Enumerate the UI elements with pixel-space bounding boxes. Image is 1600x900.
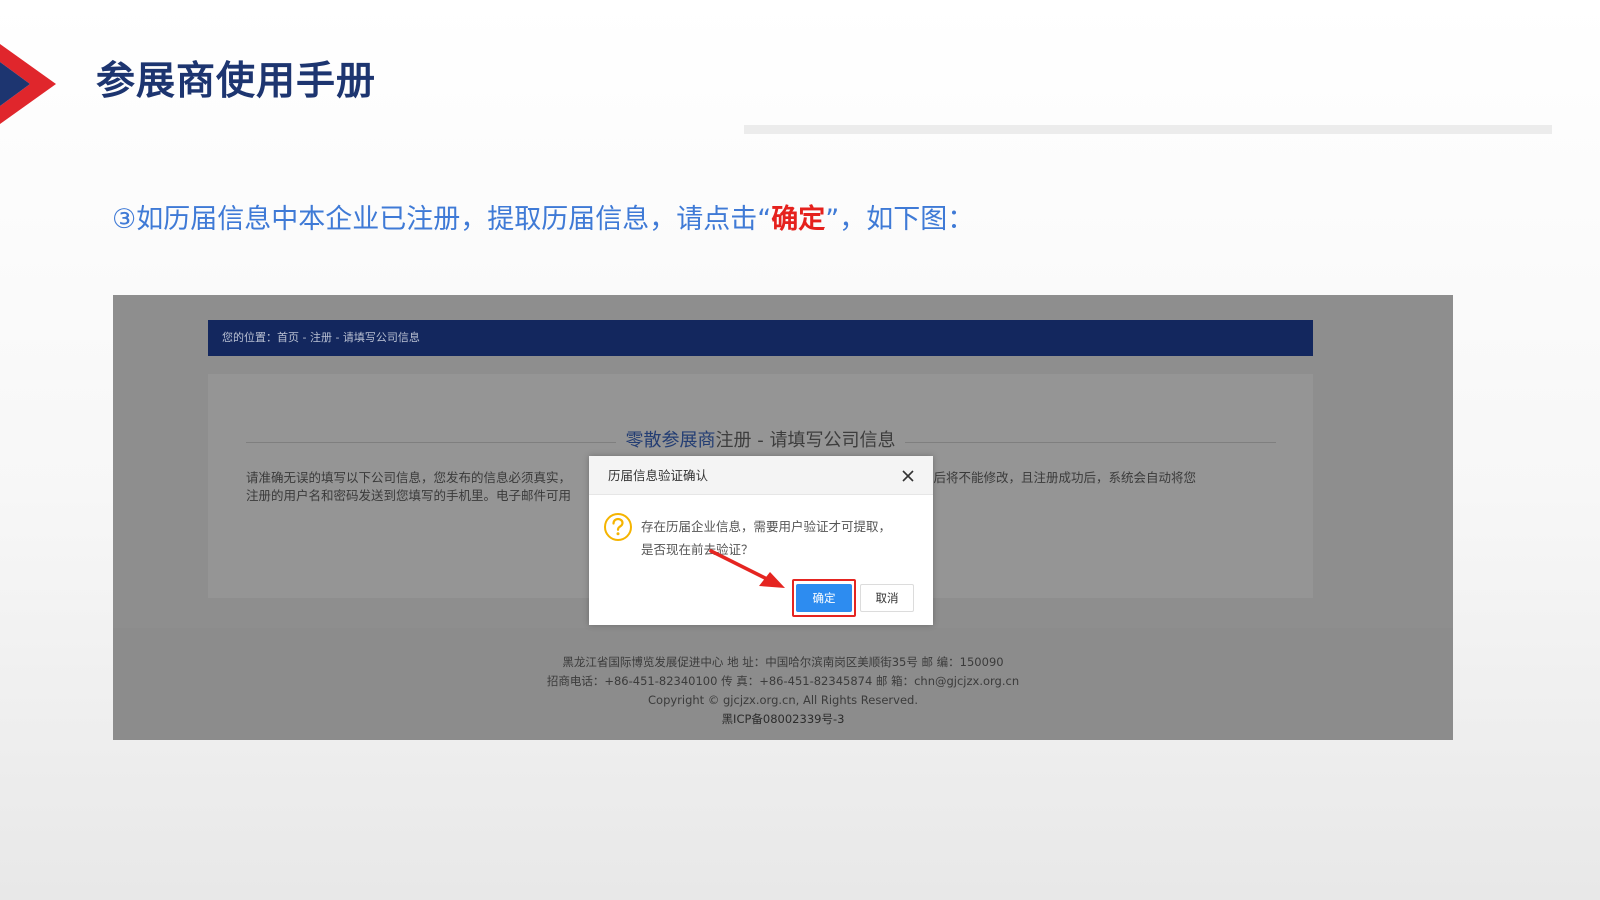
cancel-button[interactable]: 取消 xyxy=(860,584,914,612)
dialog-header: 历届信息验证确认 xyxy=(589,456,933,495)
dialog-message-line-1: 存在历届企业信息，需要用户验证才可提取， xyxy=(641,519,892,534)
instruction-suffix: ”，如下图： xyxy=(825,204,975,235)
close-icon[interactable] xyxy=(900,468,916,484)
instruction-text: ③如历届信息中本企业已注册，提取历届信息，请点击“确定”，如下图： xyxy=(112,200,974,240)
notice-line-1-left: 请准确无误的填写以下公司信息，您发布的信息必须真实， xyxy=(246,470,572,485)
page-title: 参展商使用手册 xyxy=(96,59,377,104)
breadcrumb: 您的位置：首页 - 注册 - 请填写公司信息 xyxy=(208,320,1313,356)
instruction-highlight: 确定 xyxy=(771,204,826,235)
dialog-title: 历届信息验证确认 xyxy=(608,468,709,483)
footer-address: 黑龙江省国际博览发展促进中心 地 址：中国哈尔滨南岗区美顺街35号 邮 编：15… xyxy=(562,655,1004,669)
dialog-message: 存在历届企业信息，需要用户验证才可提取， 是否现在前去验证？ xyxy=(641,515,926,561)
instruction-prefix: ③如历届信息中本企业已注册，提取历届信息，请点击“ xyxy=(112,204,772,235)
site-footer: 黑龙江省国际博览发展促进中心 地 址：中国哈尔滨南岗区美顺街35号 邮 编：15… xyxy=(113,653,1453,729)
form-heading: 零散参展商注册 - 请填写公司信息 xyxy=(208,428,1313,454)
footer-contact: 招商电话：+86-451-82340100 传 真：+86-451-823458… xyxy=(546,674,1020,688)
footer-icp: 黑ICP备08002339号-3 xyxy=(721,712,845,726)
footer-copyright: Copyright © gjcjzx.org.cn, All Rights Re… xyxy=(648,693,918,707)
question-circle-icon xyxy=(604,513,632,541)
verification-dialog: 历届信息验证确认 存在历届企业信息，需要用户验证才可提取， 是否现在前去验证？ … xyxy=(589,456,933,625)
form-heading-secondary: 注册 - 请填写公司信息 xyxy=(715,430,906,451)
chevron-logo-icon xyxy=(0,44,56,124)
title-divider xyxy=(744,125,1552,134)
embedded-screenshot: 您的位置：首页 - 注册 - 请填写公司信息 零散参展商注册 - 请填写公司信息… xyxy=(113,295,1453,740)
dialog-message-line-2: 是否现在前去验证？ xyxy=(641,542,754,557)
form-heading-primary: 零散参展商 xyxy=(615,430,716,451)
confirm-button[interactable]: 确定 xyxy=(796,584,852,612)
